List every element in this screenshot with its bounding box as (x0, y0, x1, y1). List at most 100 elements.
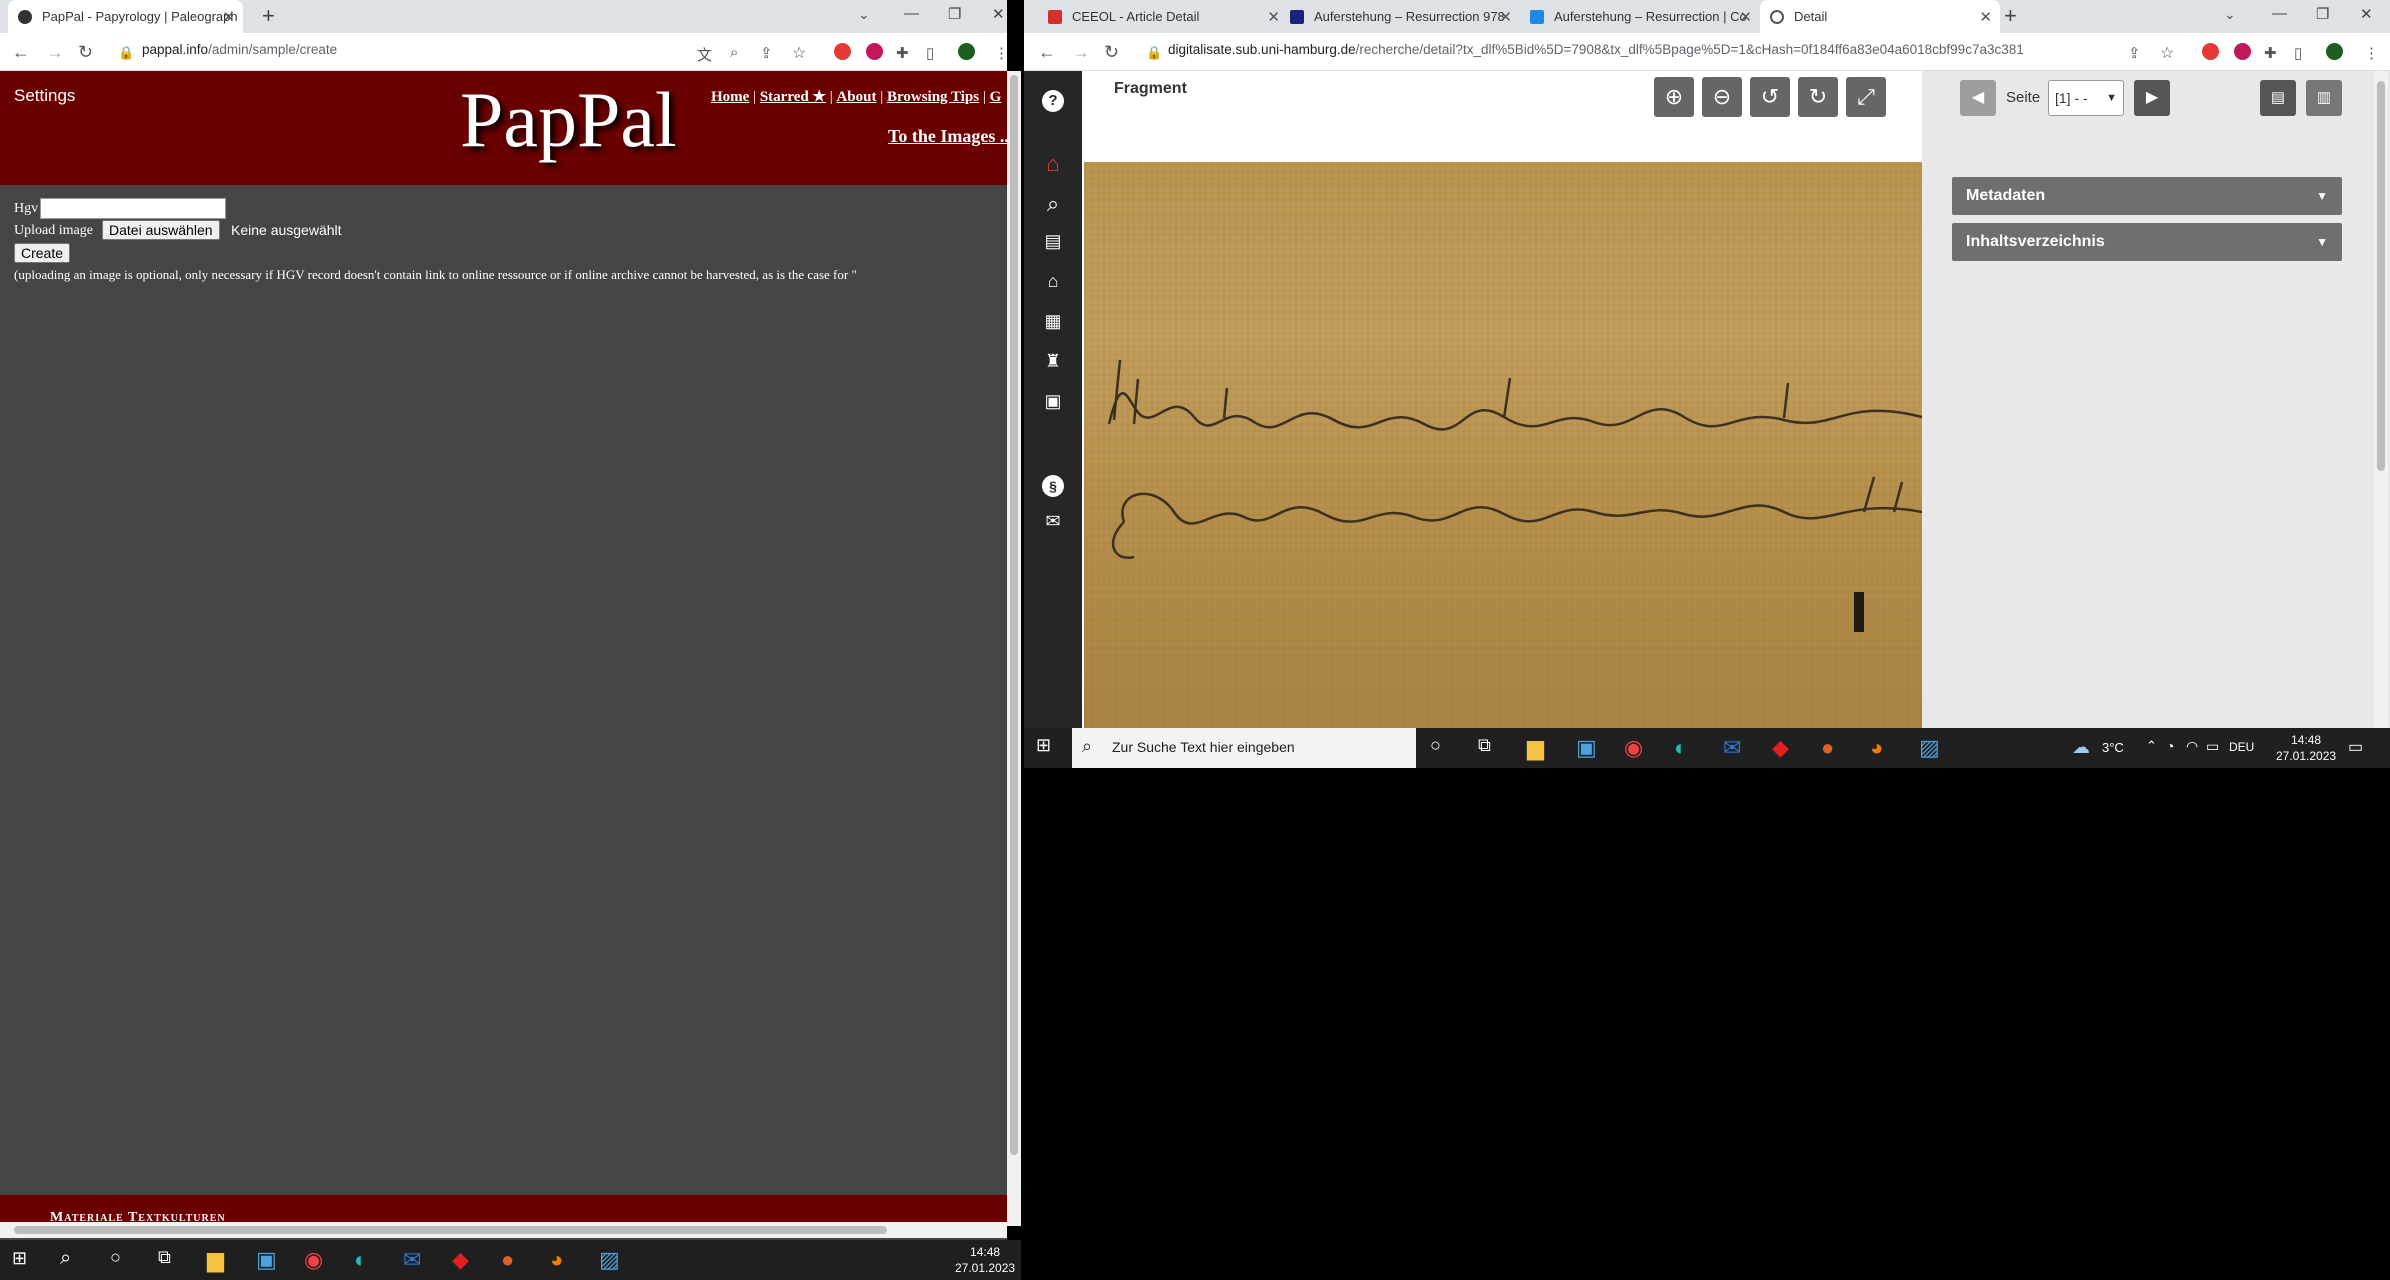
nav-more[interactable]: G (990, 89, 1002, 105)
close-tab-icon[interactable]: ✕ (1979, 8, 1992, 26)
store-icon[interactable]: ▣ (1576, 735, 1597, 761)
papyrus-image[interactable] (1084, 162, 1922, 728)
tree-icon[interactable]: ♜ (1024, 351, 1082, 372)
forward-icon[interactable]: → (1072, 42, 1090, 63)
file-explorer-icon[interactable]: ▆ (1527, 735, 1544, 761)
mail-icon[interactable]: ✉ (1024, 511, 1082, 532)
restore-button[interactable]: ❐ (948, 5, 961, 23)
close-tab-icon[interactable]: ✕ (1499, 8, 1512, 26)
horizontal-scrollbar[interactable] (0, 1222, 1007, 1238)
close-window-button[interactable]: ✕ (2360, 5, 2373, 23)
back-icon[interactable]: ← (12, 42, 30, 63)
page-select[interactable]: [1] - - ▼ (2048, 80, 2124, 116)
extensions-puzzle-icon[interactable]: ✚ (896, 44, 909, 62)
close-tab-icon[interactable]: ✕ (1739, 8, 1752, 26)
tab-resurrection-1[interactable]: Auferstehung – Resurrection 978 ✕ (1280, 0, 1520, 33)
prev-page-button[interactable]: ◀ (1960, 80, 1996, 116)
search-icon[interactable]: ⌕ (60, 1247, 71, 1270)
bookmark-star-icon[interactable]: ☆ (792, 43, 806, 63)
nav-browsing-tips[interactable]: Browsing Tips (887, 89, 979, 105)
tab-pappal[interactable]: PapPal - Papyrology | Paleograph ✕ (8, 0, 243, 33)
rotate-right-icon[interactable]: ↻ (1798, 77, 1838, 117)
bookmark-star-icon[interactable]: ☆ (2160, 43, 2174, 63)
nav-about[interactable]: About (836, 89, 876, 105)
to-images-link[interactable]: To the Images ... (888, 126, 1013, 147)
windows-start-icon[interactable]: ⊞ (1036, 735, 1051, 756)
chat-icon[interactable]: ▤ (1024, 231, 1082, 252)
close-tab-icon[interactable]: ✕ (222, 8, 235, 26)
taskbar-search-box[interactable]: ⌕ Zur Suche Text hier eingeben (1072, 728, 1416, 768)
file-choose-button[interactable]: Datei auswählen (102, 220, 220, 240)
vscroll-thumb[interactable] (1010, 75, 1018, 1155)
help-icon[interactable]: ? (1024, 85, 1082, 112)
extension-purple-icon[interactable] (866, 43, 883, 60)
panel-scrollbar[interactable] (2374, 71, 2388, 728)
mail-icon[interactable]: ✉ (1723, 735, 1741, 761)
extension-red-icon[interactable] (2202, 43, 2219, 60)
battery-icon[interactable]: ▭ (2206, 738, 2219, 755)
restore-button[interactable]: ❐ (2316, 5, 2329, 23)
zoom-icon[interactable]: ⌕ (730, 44, 738, 61)
firefox-icon[interactable]: ◕ (550, 1247, 563, 1273)
edge-icon[interactable]: ◐ (354, 1247, 367, 1273)
menu-icon[interactable]: ⋮ (994, 44, 1009, 62)
translate-icon[interactable]: 文 (697, 44, 712, 65)
scrollbar-thumb[interactable] (14, 1226, 887, 1234)
left-clock[interactable]: 14:48 27.01.2023 (955, 1244, 1015, 1276)
back-icon[interactable]: ← (1038, 42, 1056, 63)
calendar-icon[interactable]: ▣ (1024, 391, 1082, 412)
create-button[interactable]: Create (14, 243, 71, 263)
weather-icon[interactable]: ☁ (2072, 737, 2090, 758)
language-indicator[interactable]: DEU (2229, 740, 2254, 754)
zoom-out-icon[interactable]: ⊖ (1702, 77, 1742, 117)
powerpoint-icon[interactable]: ● (1821, 735, 1834, 761)
windows-start-icon[interactable]: ⊞ (12, 1248, 27, 1269)
next-page-button[interactable]: ▶ (2134, 80, 2170, 116)
new-tab-button[interactable]: + (2004, 3, 2017, 29)
grid-icon[interactable]: ▦ (1024, 311, 1082, 332)
settings-link[interactable]: Settings (14, 86, 75, 106)
right-clock[interactable]: 14:48 27.01.2023 (2276, 732, 2336, 764)
fullscreen-icon[interactable]: ⤢ (1846, 77, 1886, 117)
share-icon[interactable]: ⇪ (2128, 44, 2141, 62)
close-tab-icon[interactable]: ✕ (1267, 8, 1280, 26)
task-view-icon[interactable]: ⧉ (1478, 735, 1491, 756)
edge-icon[interactable]: ◐ (1674, 735, 1687, 761)
cortana-icon[interactable]: ○ (1430, 735, 1441, 756)
search-icon[interactable]: ⌕ (1024, 191, 1082, 217)
museum-icon[interactable]: ⌂ (1024, 271, 1082, 292)
wifi-icon[interactable]: ◠ (2186, 738, 2198, 755)
chrome-icon[interactable]: ◉ (1624, 735, 1643, 761)
pappal-logo[interactable]: PapPal (460, 75, 677, 165)
zoom-in-icon[interactable]: ⊕ (1654, 77, 1694, 117)
firefox-icon[interactable]: ◕ (1870, 735, 1883, 761)
powerpoint-icon[interactable]: ● (501, 1247, 514, 1273)
tab-resurrection-2[interactable]: Auferstehung – Resurrection | Co ✕ (1520, 0, 1760, 33)
photos-icon[interactable]: ▨ (1919, 735, 1940, 761)
task-view-icon[interactable]: ⧉ (158, 1247, 171, 1268)
vertical-scrollbar[interactable] (1007, 71, 1021, 1226)
cortana-icon[interactable]: ○ (110, 1247, 121, 1268)
nav-home[interactable]: Home (711, 89, 749, 105)
file-explorer-icon[interactable]: ▆ (207, 1247, 224, 1273)
minimize-button[interactable]: — (2272, 5, 2287, 22)
tab-search-icon[interactable]: ⌄ (2224, 6, 2236, 23)
photos-icon[interactable]: ▨ (599, 1247, 620, 1273)
profile-avatar[interactable] (2326, 43, 2343, 60)
mail-icon[interactable]: ✉ (403, 1247, 421, 1273)
close-window-button[interactable]: ✕ (992, 5, 1005, 23)
document-icon[interactable]: ▥ (2306, 80, 2342, 116)
share-icon[interactable]: ⇪ (760, 44, 773, 62)
address-bar[interactable]: pappal.info/admin/sample/create (142, 42, 337, 57)
network-icon[interactable]: ◔ (2166, 738, 2174, 754)
paragraph-icon[interactable]: § (1024, 471, 1082, 497)
extension-purple-icon[interactable] (2234, 43, 2251, 60)
acrobat-icon[interactable]: ◆ (452, 1247, 469, 1273)
panel-scroll-thumb[interactable] (2377, 81, 2385, 471)
home-icon[interactable]: ⌂ (1024, 151, 1082, 177)
inhaltsverzeichnis-accordion[interactable]: Inhaltsverzeichnis ▼ (1952, 223, 2342, 261)
sidepanel-icon[interactable]: ▯ (926, 44, 934, 62)
notification-icon[interactable]: ▭ (2348, 737, 2363, 757)
forward-icon[interactable]: → (46, 42, 64, 63)
hgv-input[interactable] (40, 198, 226, 219)
